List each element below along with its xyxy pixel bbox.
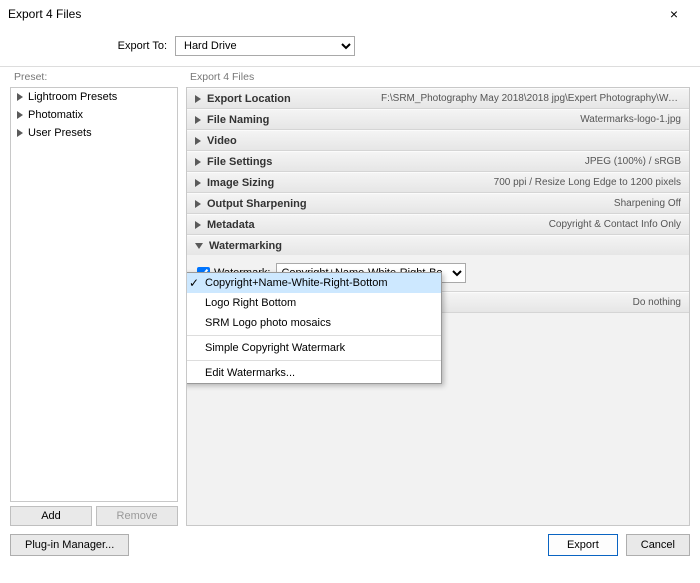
title-bar: Export 4 Files × — [0, 0, 700, 28]
plugin-manager-button[interactable]: Plug-in Manager... — [10, 534, 129, 556]
export-to-label: Export To: — [0, 40, 175, 52]
cancel-button[interactable]: Cancel — [626, 534, 690, 556]
dropdown-item-label: Simple Copyright Watermark — [205, 342, 345, 354]
section-header-metadata[interactable]: Metadata Copyright & Contact Info Only — [187, 214, 689, 234]
dropdown-item-label: Edit Watermarks... — [205, 367, 295, 379]
section-header-file-naming[interactable]: File Naming Watermarks-logo-1.jpg — [187, 109, 689, 129]
dropdown-item[interactable]: Logo Right Bottom — [186, 293, 441, 313]
section-summary: Sharpening Off — [614, 198, 681, 209]
preset-add-button[interactable]: Add — [10, 506, 92, 526]
section-title: Video — [207, 135, 237, 147]
section-summary: F:\SRM_Photography May 2018\2018 jpg\Exp… — [381, 93, 681, 104]
section-title: Output Sharpening — [207, 198, 307, 210]
triangle-right-icon — [195, 137, 201, 145]
preset-item-label: Lightroom Presets — [28, 91, 117, 103]
dropdown-item[interactable]: Simple Copyright Watermark — [186, 335, 441, 358]
section-title: File Settings — [207, 156, 272, 168]
triangle-right-icon — [195, 221, 201, 229]
dropdown-item-label: Logo Right Bottom — [205, 297, 296, 309]
right-heading: Export 4 Files — [186, 71, 690, 87]
triangle-right-icon — [195, 200, 201, 208]
triangle-right-icon — [17, 93, 23, 101]
section-title: Metadata — [207, 219, 255, 231]
dropdown-item[interactable]: ✓ Copyright+Name-White-Right-Bottom — [186, 273, 441, 293]
triangle-right-icon — [17, 111, 23, 119]
preset-item[interactable]: User Presets — [11, 124, 177, 142]
section-title: File Naming — [207, 114, 269, 126]
section-summary: JPEG (100%) / sRGB — [585, 156, 681, 167]
section-title: Export Location — [207, 93, 291, 105]
section-summary: Copyright & Contact Info Only — [549, 219, 681, 230]
section-title: Watermarking — [209, 240, 282, 252]
triangle-right-icon — [195, 116, 201, 124]
preset-item[interactable]: Lightroom Presets — [11, 88, 177, 106]
triangle-right-icon — [195, 95, 201, 103]
triangle-right-icon — [17, 129, 23, 137]
dropdown-item[interactable]: SRM Logo photo mosaics — [186, 313, 441, 333]
preset-list: Lightroom Presets Photomatix User Preset… — [10, 87, 178, 502]
triangle-right-icon — [195, 179, 201, 187]
section-summary: Do nothing — [633, 297, 681, 308]
dropdown-item-label: Copyright+Name-White-Right-Bottom — [205, 277, 387, 289]
export-to-row: Export To: Hard Drive — [0, 28, 700, 66]
section-summary: 700 ppi / Resize Long Edge to 1200 pixel… — [494, 177, 681, 188]
section-summary: Watermarks-logo-1.jpg — [580, 114, 681, 125]
section-header-watermarking[interactable]: Watermarking — [187, 235, 689, 255]
check-icon: ✓ — [189, 276, 199, 290]
sections-container: Export Location F:\SRM_Photography May 2… — [186, 87, 690, 526]
preset-heading: Preset: — [10, 71, 178, 87]
section-title: Image Sizing — [207, 177, 274, 189]
section-header-video[interactable]: Video — [187, 130, 689, 150]
window-title: Export 4 Files — [8, 7, 656, 21]
footer-bar: Plug-in Manager... Export Cancel — [0, 526, 700, 564]
preset-item-label: Photomatix — [28, 109, 83, 121]
close-icon[interactable]: × — [656, 6, 692, 22]
section-header-image-sizing[interactable]: Image Sizing 700 ppi / Resize Long Edge … — [187, 172, 689, 192]
watermark-dropdown-menu: ✓ Copyright+Name-White-Right-Bottom Logo… — [186, 272, 442, 384]
section-header-output-sharpening[interactable]: Output Sharpening Sharpening Off — [187, 193, 689, 213]
triangle-down-icon — [195, 243, 203, 249]
preset-item[interactable]: Photomatix — [11, 106, 177, 124]
dropdown-item[interactable]: Edit Watermarks... — [186, 360, 441, 383]
dropdown-item-label: SRM Logo photo mosaics — [205, 317, 331, 329]
preset-item-label: User Presets — [28, 127, 92, 139]
triangle-right-icon — [195, 158, 201, 166]
export-to-select[interactable]: Hard Drive — [175, 36, 355, 56]
export-button[interactable]: Export — [548, 534, 618, 556]
section-header-export-location[interactable]: Export Location F:\SRM_Photography May 2… — [187, 88, 689, 108]
section-header-file-settings[interactable]: File Settings JPEG (100%) / sRGB — [187, 151, 689, 171]
preset-remove-button[interactable]: Remove — [96, 506, 178, 526]
